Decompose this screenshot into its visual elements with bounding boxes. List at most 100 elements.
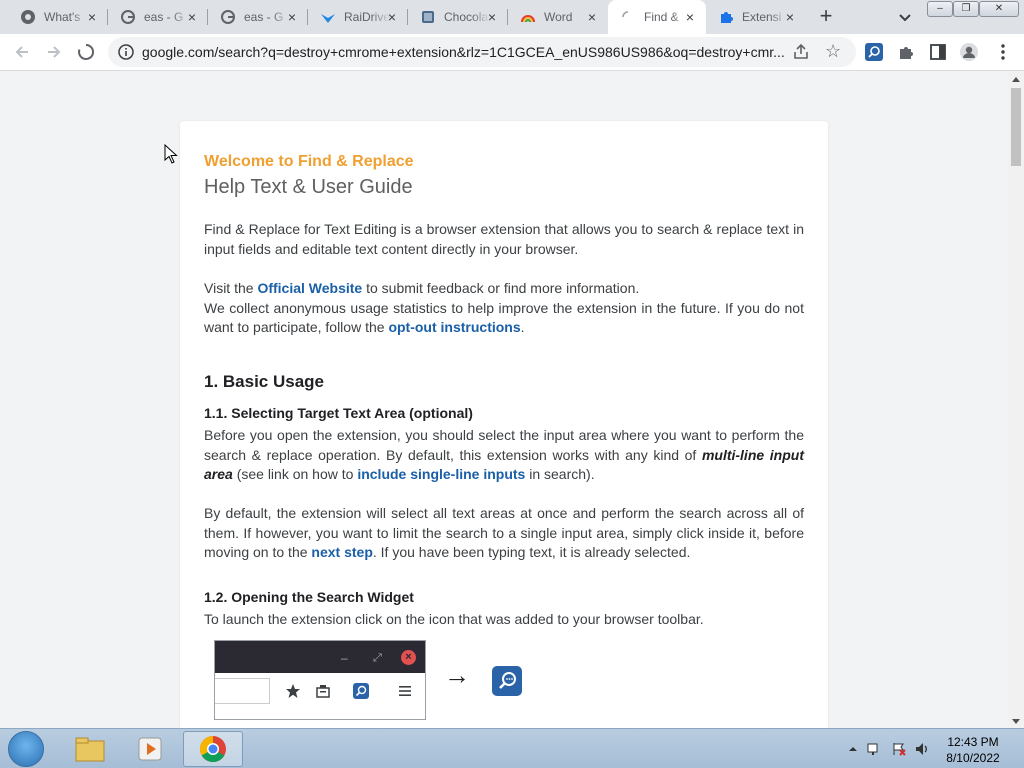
section-opening-widget: 1.2. Opening the Search Widget (204, 589, 414, 605)
restore-button[interactable]: ❐ (953, 1, 979, 17)
tab-close-icon[interactable]: × (682, 9, 698, 25)
media-player-icon (138, 737, 162, 761)
section-selecting-target: 1.1. Selecting Target Text Area (optiona… (204, 405, 473, 421)
info-icon[interactable] (118, 44, 134, 60)
clock-date: 8/10/2022 (946, 751, 1000, 765)
p1-text-b: (see link on how to (232, 466, 358, 483)
share-icon[interactable] (792, 43, 810, 66)
find-replace-extension-icon[interactable] (863, 41, 885, 63)
single-line-inputs-link[interactable]: include single-line inputs (357, 466, 525, 482)
visit-paragraph: Visit the Official Website to submit fee… (204, 279, 804, 338)
network-icon[interactable] (866, 741, 882, 757)
find-replace-large-icon (492, 666, 522, 696)
demo-hamburger-icon (397, 683, 413, 699)
tab-close-icon[interactable]: × (284, 9, 300, 25)
tab-close-icon[interactable]: × (84, 9, 100, 25)
windows-taskbar: 12:43 PM 8/10/2022 (0, 728, 1024, 768)
new-tab-button[interactable]: + (814, 5, 838, 29)
section-basic-usage: 1. Basic Usage (204, 372, 325, 391)
bookmark-star-icon[interactable]: ☆ (825, 41, 841, 62)
taskbar-file-explorer[interactable] (62, 731, 118, 767)
tab-strip: What's × eas - G × eas - G × RaiDrive × … (0, 0, 1024, 34)
tab-7[interactable]: Extensi × (706, 0, 806, 34)
selecting-paragraph-2: By default, the extension will select al… (204, 504, 804, 563)
tab-3[interactable]: RaiDrive × (308, 0, 408, 34)
tab-0[interactable]: What's × (8, 0, 108, 34)
scroll-up-icon[interactable] (1012, 77, 1020, 82)
tab-close-icon[interactable]: × (484, 9, 500, 25)
tab-4[interactable]: Chocola × (408, 0, 508, 34)
puzzle-icon (718, 9, 734, 25)
tab-close-icon[interactable]: × (782, 9, 798, 25)
tab-5[interactable]: Word × (508, 0, 608, 34)
p3-text: To launch the extension click on the ico… (204, 611, 704, 627)
launch-paragraph: To launch the extension click on the ico… (204, 610, 804, 630)
forward-button[interactable] (42, 40, 66, 64)
scroll-down-icon[interactable] (1012, 719, 1020, 724)
minimize-button[interactable]: – (927, 1, 953, 17)
welcome-heading: Welcome to Find & Replace (204, 153, 414, 170)
intro-paragraph: Find & Replace for Text Editing is a bro… (204, 220, 804, 259)
show-hidden-icons-icon[interactable] (845, 741, 861, 757)
google-icon (220, 9, 236, 25)
raidrive-icon (320, 9, 336, 25)
back-button[interactable] (10, 40, 34, 64)
loading-icon (620, 9, 636, 25)
selecting-paragraph-1: Before you open the extension, you shoul… (204, 426, 804, 485)
extensions-puzzle-icon[interactable] (895, 41, 917, 63)
page-title: Help Text & User Guide (204, 176, 413, 198)
tab-search-chevron-icon[interactable] (895, 7, 915, 27)
profile-avatar-icon[interactable] (958, 41, 980, 63)
next-step-link[interactable]: next step (311, 544, 372, 560)
github-icon (20, 9, 36, 25)
browser-toolbar: google.com/search?q=destroy+cmrome+exten… (0, 34, 1024, 71)
demo-titlebar: – ⤢ × (215, 641, 425, 673)
tab-6-active[interactable]: Find & × (608, 0, 706, 34)
rainbow-icon (520, 9, 536, 25)
p1-text-c: in search). (525, 466, 595, 483)
tab-close-icon[interactable]: × (384, 9, 400, 25)
demo-restore-icon: ⤢ (373, 652, 382, 664)
tab-1[interactable]: eas - G × (108, 0, 208, 34)
tab-close-icon[interactable]: × (184, 9, 200, 25)
p2-text-b: . If you have been typing text, it is al… (372, 544, 691, 561)
stop-loading-button[interactable] (74, 40, 98, 64)
demo-library-icon (315, 683, 331, 699)
google-icon (120, 9, 136, 25)
action-center-flag-icon[interactable] (891, 741, 907, 757)
demo-close-icon: × (401, 650, 416, 665)
demo-minimize-icon: – (341, 651, 348, 665)
opt-out-link[interactable]: opt-out instructions (388, 319, 520, 335)
toolbar-demo-image: – ⤢ × (214, 640, 426, 720)
help-card: Welcome to Find & Replace Help Text & Us… (180, 121, 828, 728)
volume-icon[interactable] (914, 741, 930, 757)
official-website-link[interactable]: Official Website (257, 280, 362, 296)
folder-icon (75, 737, 105, 762)
start-button[interactable] (8, 731, 44, 767)
tab-2[interactable]: eas - G × (208, 0, 308, 34)
demo-url-field (215, 678, 270, 704)
page-scrollbar[interactable] (1008, 72, 1024, 728)
url-text[interactable]: google.com/search?q=destroy+cmrome+exten… (142, 44, 787, 60)
visit-suffix: to submit feedback or find more informat… (362, 280, 640, 296)
demo-find-replace-icon (353, 683, 369, 699)
chrome-icon (199, 735, 226, 763)
page-viewport: Welcome to Find & Replace Help Text & Us… (0, 72, 1008, 728)
collect-end: . (520, 319, 525, 336)
arrow-right-icon: → (444, 660, 470, 690)
taskbar-chrome[interactable] (183, 731, 243, 767)
intro-text: Find & Replace for Text Editing is a bro… (204, 221, 804, 257)
scrollbar-thumb[interactable] (1011, 88, 1021, 166)
taskbar-media-player[interactable] (122, 731, 178, 767)
side-panel-icon[interactable] (927, 41, 949, 63)
chocolatey-icon (420, 9, 436, 25)
system-clock[interactable]: 12:43 PM 8/10/2022 (938, 734, 1008, 766)
clock-time: 12:43 PM (947, 735, 999, 749)
address-bar[interactable]: google.com/search?q=destroy+cmrome+exten… (108, 37, 856, 67)
demo-star-icon (285, 683, 301, 699)
menu-kebab-icon[interactable] (992, 41, 1014, 63)
close-window-button[interactable]: ✕ (979, 1, 1019, 17)
visit-prefix: Visit the (204, 280, 258, 296)
tab-close-icon[interactable]: × (584, 9, 600, 25)
mouse-cursor-icon (164, 143, 178, 164)
